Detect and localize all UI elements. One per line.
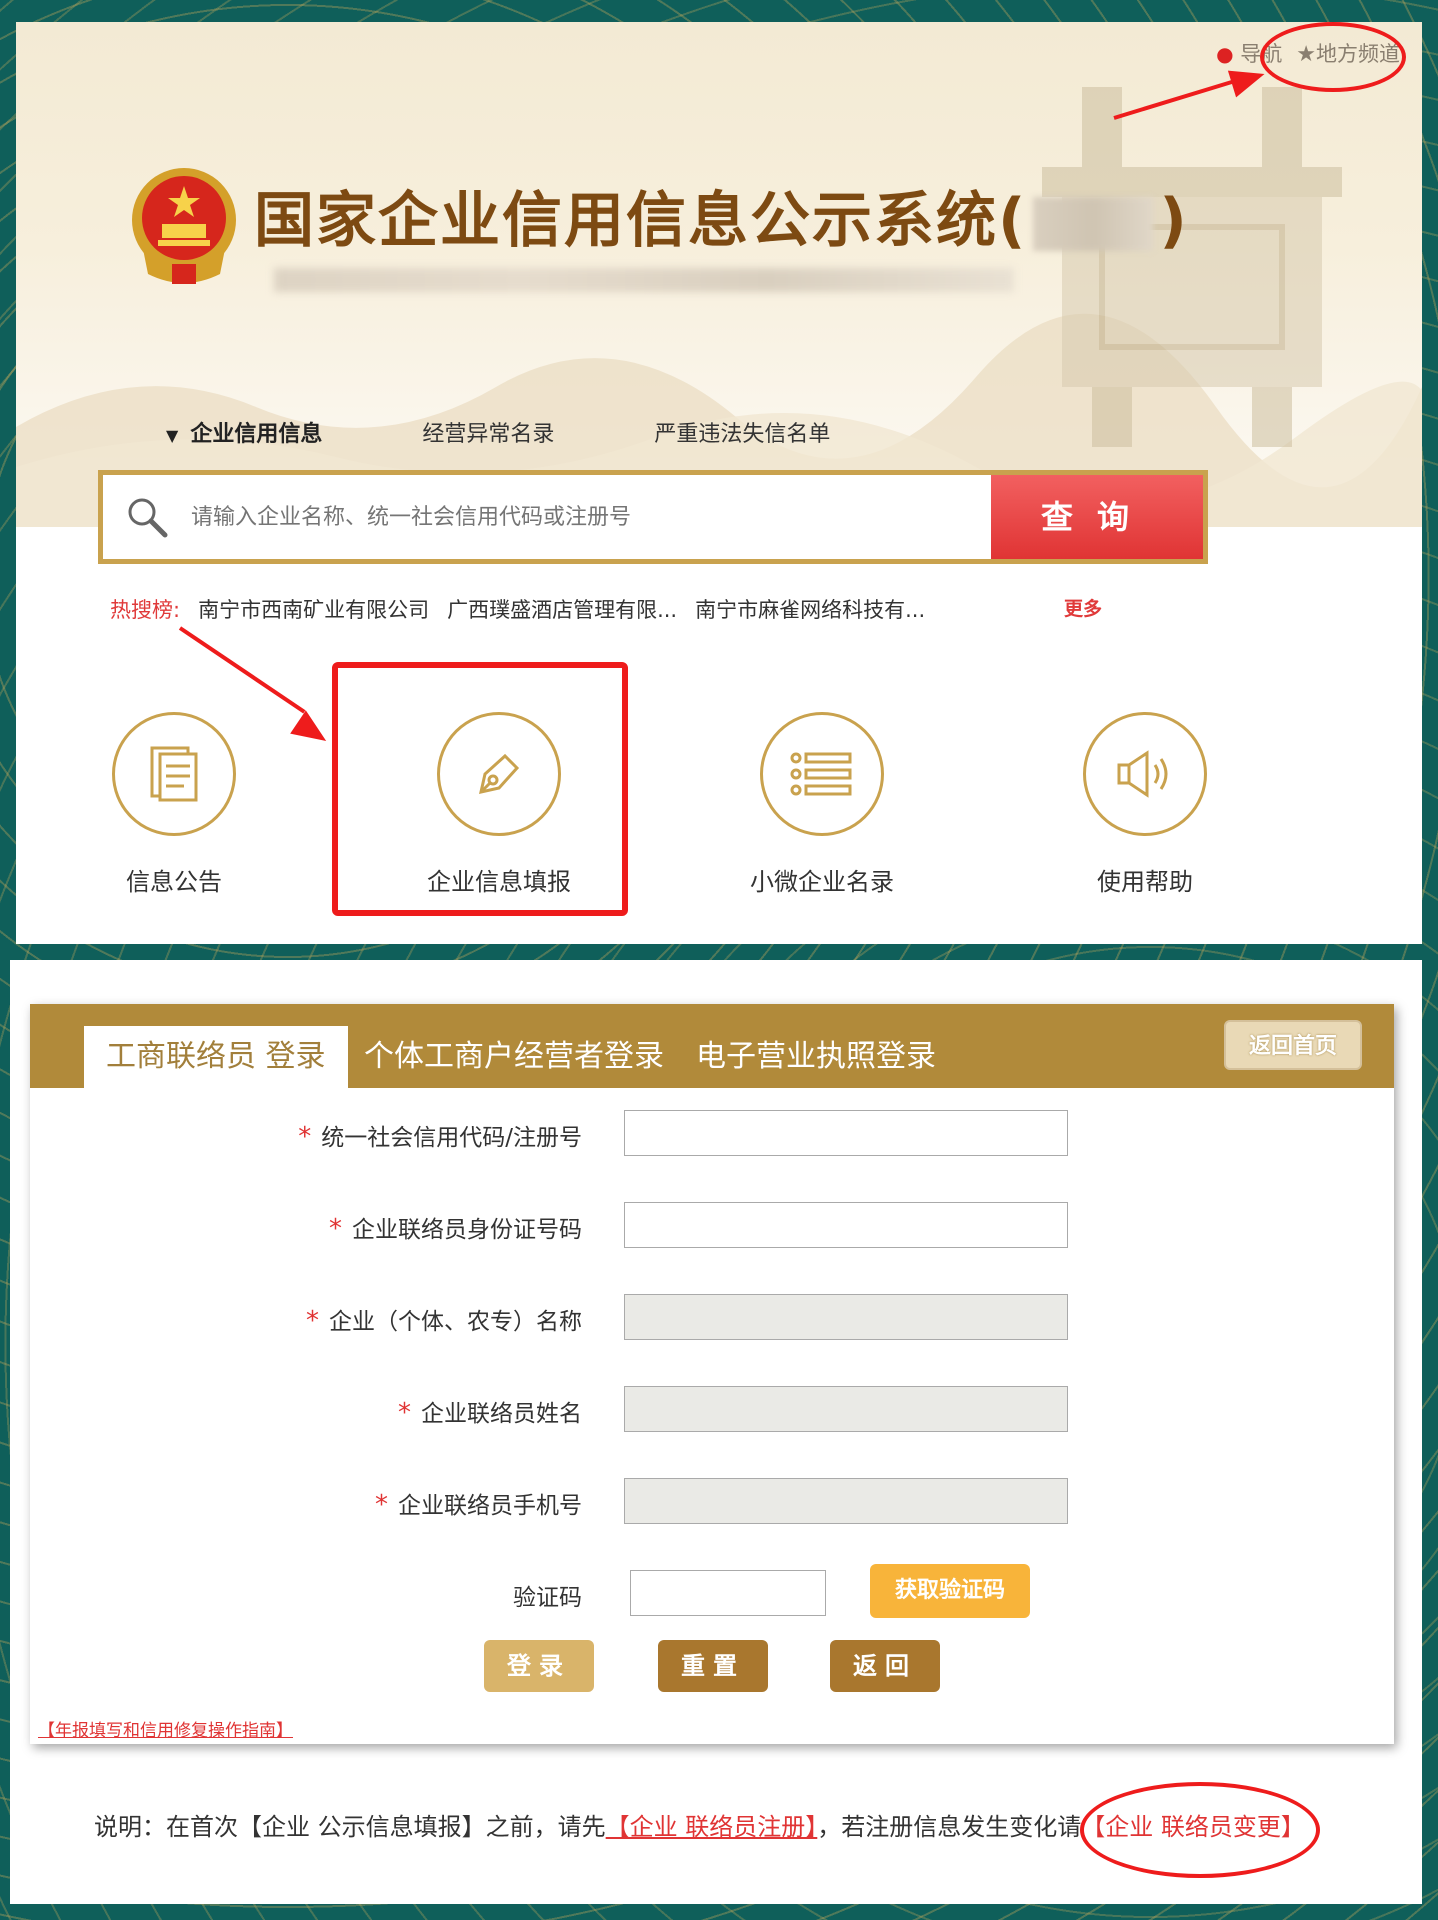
- login-tab-bar: 工商联络员 登录 个体工商户经营者登录 电子营业执照登录 返回首页: [30, 1004, 1394, 1088]
- func-help[interactable]: 使用帮助: [1035, 712, 1255, 897]
- func-label: 信息公告: [126, 868, 222, 896]
- speaker-icon: [1083, 712, 1207, 836]
- site-title: 国家企业信用信息公示系统(): [254, 186, 1189, 256]
- field-label: * 统一社会信用代码/注册号: [298, 1122, 582, 1152]
- hot-search-list: 热搜榜: 南宁市西南矿业有限公司 广西璞盛酒店管理有限... 南宁市麻雀网络科技…: [110, 594, 925, 624]
- liaison-name-input: [624, 1386, 1068, 1432]
- func-small-enterprise[interactable]: 小微企业名录: [712, 712, 932, 897]
- caret-down-icon: ▼: [166, 426, 179, 445]
- company-name-input: [624, 1294, 1068, 1340]
- annotation-highlight-box: [332, 662, 628, 916]
- form-row-id-number: * 企业联络员身份证号码: [30, 1202, 1394, 1248]
- hot-search-more-link[interactable]: 更多: [1064, 594, 1102, 621]
- hot-search-item[interactable]: 南宁市西南矿业有限公司: [198, 594, 429, 624]
- login-card: 工商联络员 登录 个体工商户经营者登录 电子营业执照登录 返回首页 * 统一社会信…: [30, 1004, 1394, 1744]
- credit-code-input[interactable]: [624, 1110, 1068, 1156]
- field-label: * 企业联络员姓名: [398, 1398, 582, 1428]
- form-row-liaison-name: * 企业联络员姓名: [30, 1386, 1394, 1432]
- required-mark: *: [306, 1306, 319, 1336]
- search-icon: [128, 498, 168, 538]
- form-row-captcha: 验证码 获取验证码: [30, 1564, 1394, 1618]
- required-mark: *: [398, 1398, 411, 1428]
- site-home-panel: ● 导航 ★地方频道 国家企业信用信息公示系统() ▼ 企业信用信息 经营异常名录…: [16, 22, 1422, 944]
- liaison-id-input[interactable]: [624, 1202, 1068, 1248]
- func-label: 小微企业名录: [750, 868, 894, 896]
- reset-button[interactable]: 重置: [658, 1640, 768, 1692]
- captcha-label: 验证码: [513, 1585, 582, 1611]
- list-icon: [760, 712, 884, 836]
- annotation-circle: [1080, 1782, 1320, 1878]
- form-row-company-name: * 企业（个体、农专）名称: [30, 1294, 1394, 1340]
- form-row-credit-code: * 统一社会信用代码/注册号: [30, 1110, 1394, 1156]
- annotation-arrow: [178, 626, 306, 714]
- annotation-circle: [1260, 22, 1406, 92]
- get-captcha-button[interactable]: 获取验证码: [870, 1564, 1030, 1618]
- search-input[interactable]: [103, 475, 991, 559]
- func-announcement[interactable]: 信息公告: [64, 712, 284, 897]
- tab-blacklist[interactable]: 严重违法失信名单: [654, 416, 830, 448]
- national-emblem-icon: [132, 168, 236, 284]
- location-pin-icon: ●: [1216, 42, 1234, 66]
- login-button[interactable]: 登录: [484, 1640, 594, 1692]
- field-label: * 企业联络员手机号: [375, 1490, 582, 1520]
- captcha-input[interactable]: [630, 1570, 826, 1616]
- function-entries: 信息公告 企业信息填报 小微企业名录 使用帮助: [16, 712, 1422, 912]
- liaison-phone-input: [624, 1478, 1068, 1524]
- search-type-tabs: ▼ 企业信用信息 经营异常名录 严重违法失信名单: [166, 416, 930, 448]
- tab-individual-login[interactable]: 个体工商户经营者登录: [364, 1026, 664, 1088]
- back-home-button[interactable]: 返回首页: [1224, 1020, 1362, 1070]
- required-mark: *: [375, 1490, 388, 1520]
- login-page-panel: 工商联络员 登录 个体工商户经营者登录 电子营业执照登录 返回首页 * 统一社会信…: [10, 960, 1422, 1904]
- field-label: * 企业联络员身份证号码: [329, 1214, 582, 1244]
- form-row-liaison-phone: * 企业联络员手机号: [30, 1478, 1394, 1524]
- document-icon: [112, 712, 236, 836]
- tab-e-license-login[interactable]: 电子营业执照登录: [696, 1026, 936, 1088]
- required-mark: *: [329, 1214, 342, 1244]
- operation-guide-link[interactable]: 【年报填写和信用修复操作指南】: [38, 1716, 293, 1741]
- field-label: * 企业（个体、农专）名称: [306, 1306, 582, 1336]
- redacted-region: [1033, 197, 1154, 252]
- redacted-subtitle: [274, 268, 1014, 292]
- tab-liaison-login[interactable]: 工商联络员 登录: [84, 1026, 348, 1088]
- hot-search-item[interactable]: 南宁市麻雀网络科技有...: [695, 594, 925, 624]
- search-button[interactable]: 查询: [991, 475, 1203, 559]
- hero-banner: ● 导航 ★地方频道 国家企业信用信息公示系统() ▼ 企业信用信息 经营异常名录…: [16, 22, 1422, 527]
- tab-abnormal-list[interactable]: 经营异常名录: [422, 416, 554, 448]
- tab-enterprise-credit[interactable]: ▼ 企业信用信息: [166, 416, 322, 448]
- required-mark: *: [298, 1122, 312, 1152]
- hot-search-label: 热搜榜:: [110, 598, 181, 622]
- search-bar: 查询: [98, 470, 1208, 564]
- func-label: 使用帮助: [1097, 868, 1193, 896]
- liaison-register-link[interactable]: 【企业 联络员注册】: [606, 1813, 818, 1841]
- hot-search-item[interactable]: 广西璞盛酒店管理有限...: [447, 594, 677, 624]
- return-button[interactable]: 返回: [830, 1640, 940, 1692]
